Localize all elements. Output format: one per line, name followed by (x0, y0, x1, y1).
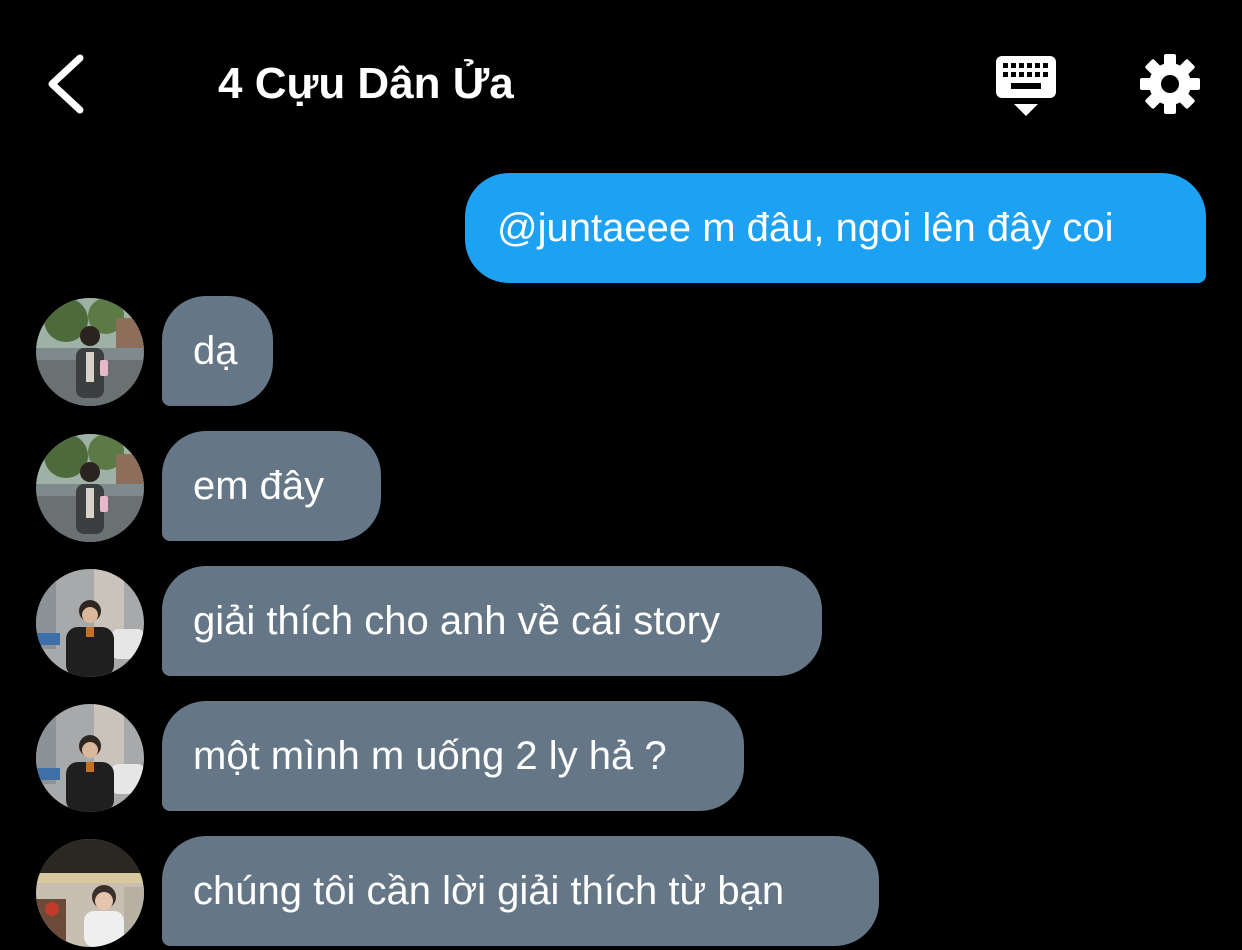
avatar[interactable] (36, 298, 144, 406)
settings-button[interactable] (1136, 50, 1204, 118)
message-incoming[interactable]: chúng tôi cần lời giải thích từ bạn (162, 836, 879, 946)
message-incoming[interactable]: dạ (162, 296, 273, 406)
keyboard-button[interactable] (990, 52, 1062, 120)
message-incoming[interactable]: một mình m uống 2 ly hả ? (162, 701, 744, 811)
avatar[interactable] (36, 704, 144, 812)
avatar[interactable] (36, 434, 144, 542)
avatar[interactable] (36, 839, 144, 947)
message-outgoing[interactable]: @juntaeee m đâu, ngoi lên đây coi (465, 173, 1206, 283)
avatar[interactable] (36, 569, 144, 677)
message-incoming[interactable]: em đây (162, 431, 381, 541)
keyboard-icon (996, 56, 1056, 116)
chat-title: 4 Cựu Dân Ửa (218, 59, 514, 108)
gear-icon (1140, 54, 1200, 114)
message-incoming[interactable]: giải thích cho anh về cái story (162, 566, 822, 676)
back-button[interactable] (40, 50, 96, 118)
chat-header: 4 Cựu Dân Ửa (0, 0, 1242, 170)
chevron-left-icon (48, 54, 84, 114)
